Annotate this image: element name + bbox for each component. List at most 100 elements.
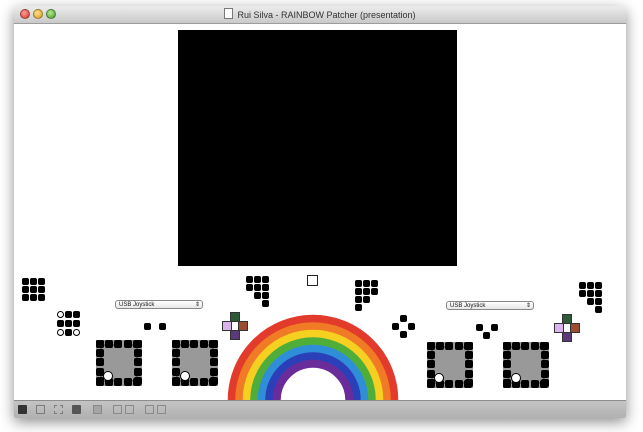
joystick-button[interactable]	[530, 380, 539, 388]
joystick-button[interactable]	[512, 342, 521, 350]
joystick-button[interactable]	[57, 320, 64, 327]
joystick-button[interactable]	[503, 378, 511, 387]
inspector-icon[interactable]	[72, 405, 81, 414]
joystick-button[interactable]	[134, 376, 142, 385]
joystick-button[interactable]	[427, 360, 435, 369]
joystick-button[interactable]	[427, 351, 435, 360]
joystick-button[interactable]	[503, 369, 511, 378]
grid-icon[interactable]	[36, 405, 45, 414]
joystick-button[interactable]	[105, 340, 114, 348]
joystick-button[interactable]	[208, 340, 217, 348]
joystick-button[interactable]	[254, 284, 261, 291]
joystick-button[interactable]	[96, 349, 104, 358]
joystick-button[interactable]	[22, 294, 29, 301]
joystick-button[interactable]	[595, 298, 602, 305]
joystick-button[interactable]	[123, 340, 132, 348]
joystick-button[interactable]	[172, 349, 180, 358]
joystick-button[interactable]	[134, 349, 142, 358]
joystick-button[interactable]	[427, 342, 435, 350]
joystick-button[interactable]	[210, 367, 218, 376]
joystick-button[interactable]	[503, 360, 511, 369]
joystick-button[interactable]	[541, 360, 549, 369]
joystick-button[interactable]	[400, 315, 407, 322]
panel-icon[interactable]	[157, 405, 166, 414]
joystick-button[interactable]	[65, 320, 72, 327]
fullscreen-icon[interactable]	[54, 405, 63, 414]
joystick-button[interactable]	[159, 323, 166, 330]
joystick-select-right[interactable]: USB Joystick ⇕	[446, 301, 534, 310]
joystick-button[interactable]	[65, 311, 72, 318]
joystick-button[interactable]	[172, 340, 180, 348]
joystick-button[interactable]	[190, 340, 199, 348]
joystick-button[interactable]	[246, 276, 253, 283]
info-icon[interactable]	[93, 405, 102, 414]
joystick-button[interactable]	[114, 340, 123, 348]
joystick-button[interactable]	[579, 282, 586, 289]
window-icon[interactable]	[145, 405, 154, 414]
joystick-button[interactable]	[541, 378, 549, 387]
joystick-button[interactable]	[463, 342, 472, 350]
joystick-button[interactable]	[363, 288, 370, 295]
joystick-button[interactable]	[96, 340, 104, 348]
joystick-button[interactable]	[595, 282, 602, 289]
copy-icon[interactable]	[113, 405, 122, 414]
joystick-button[interactable]	[134, 358, 142, 367]
joystick-button[interactable]	[587, 298, 594, 305]
joystick-button[interactable]	[96, 358, 104, 367]
joystick-button[interactable]	[38, 278, 45, 285]
joystick-button[interactable]	[521, 380, 530, 388]
joystick-button[interactable]	[392, 323, 399, 330]
joystick-button[interactable]	[144, 323, 151, 330]
toggle-checkbox[interactable]	[307, 275, 318, 286]
paste-icon[interactable]	[125, 405, 134, 414]
joystick-button[interactable]	[172, 367, 180, 376]
joystick-button[interactable]	[503, 342, 511, 350]
joystick-button[interactable]	[476, 324, 483, 331]
joystick-button[interactable]	[210, 349, 218, 358]
joystick-button[interactable]	[436, 342, 445, 350]
joystick-button[interactable]	[579, 290, 586, 297]
joystick-button[interactable]	[73, 320, 80, 327]
joystick-button[interactable]	[254, 276, 261, 283]
joystick-button[interactable]	[132, 340, 141, 348]
joystick-button[interactable]	[181, 340, 190, 348]
joystick-button[interactable]	[22, 278, 29, 285]
joystick-button[interactable]	[30, 286, 37, 293]
joystick-button[interactable]	[262, 284, 269, 291]
joystick-button[interactable]	[445, 342, 454, 350]
joystick-button[interactable]	[199, 340, 208, 348]
joystick-button[interactable]	[134, 367, 142, 376]
joystick-button[interactable]	[465, 369, 473, 378]
joystick-button[interactable]	[172, 358, 180, 367]
joystick-button[interactable]	[491, 324, 498, 331]
joystick-button[interactable]	[57, 311, 64, 318]
joystick-select-left[interactable]: USB Joystick ⇕	[115, 300, 203, 309]
joystick-button[interactable]	[595, 306, 602, 313]
joystick-button[interactable]	[454, 342, 463, 350]
joystick-button[interactable]	[587, 290, 594, 297]
joystick-button[interactable]	[38, 286, 45, 293]
joystick-button[interactable]	[30, 278, 37, 285]
joystick-button[interactable]	[30, 294, 37, 301]
joystick-button[interactable]	[371, 280, 378, 287]
joystick-button[interactable]	[262, 276, 269, 283]
joystick-button[interactable]	[530, 342, 539, 350]
joystick-button[interactable]	[539, 342, 548, 350]
joystick-button[interactable]	[454, 380, 463, 388]
joystick-button[interactable]	[114, 378, 123, 386]
joystick-button[interactable]	[400, 331, 407, 338]
joystick-button[interactable]	[172, 376, 180, 385]
joystick-button[interactable]	[371, 288, 378, 295]
joystick-button[interactable]	[541, 369, 549, 378]
joystick-button[interactable]	[363, 280, 370, 287]
joystick-button[interactable]	[73, 329, 80, 336]
joystick-button[interactable]	[465, 378, 473, 387]
lock-icon[interactable]	[18, 405, 27, 414]
joystick-button[interactable]	[57, 329, 64, 336]
joystick-button[interactable]	[246, 284, 253, 291]
joystick-button[interactable]	[595, 290, 602, 297]
dpad-down[interactable]	[562, 332, 572, 342]
joystick-button[interactable]	[541, 351, 549, 360]
joystick-button[interactable]	[521, 342, 530, 350]
joystick-button[interactable]	[355, 280, 362, 287]
